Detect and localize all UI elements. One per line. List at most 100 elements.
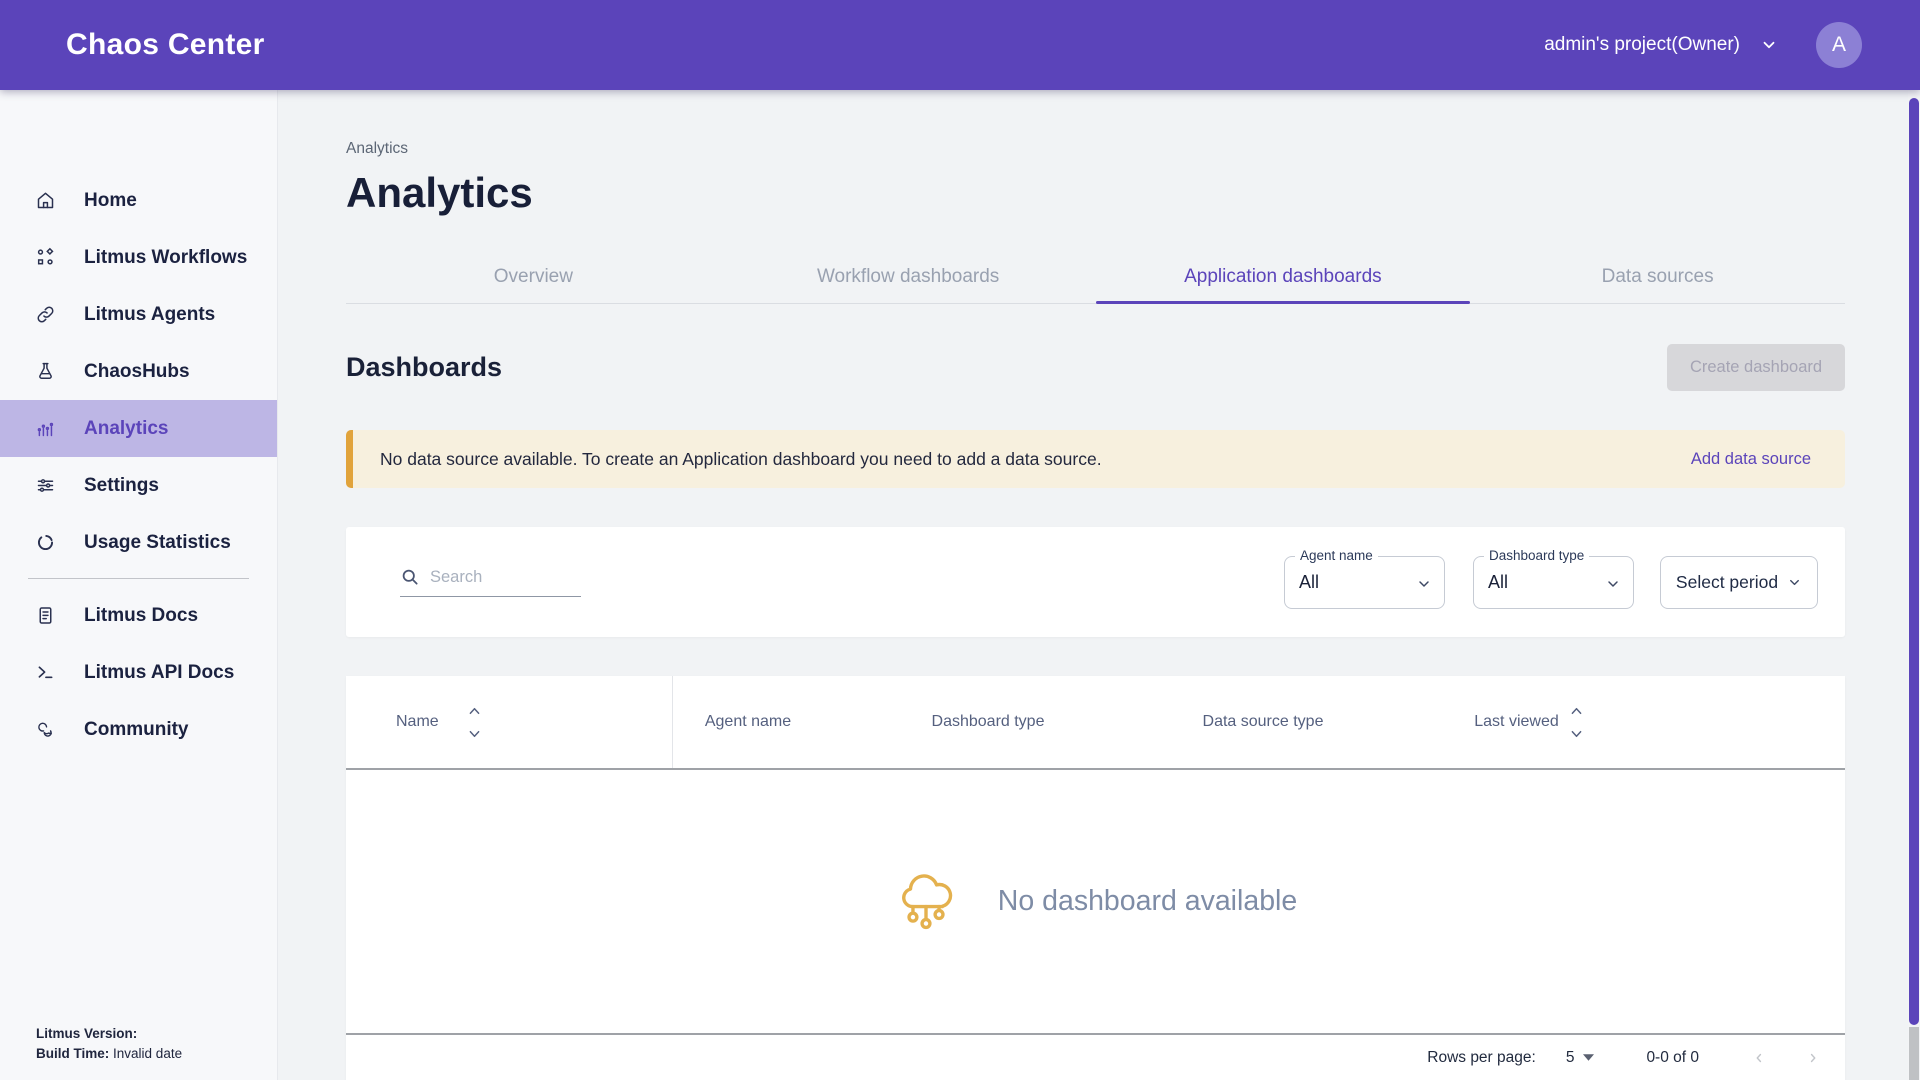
pagination-range: 0-0 of 0 [1646,1049,1699,1067]
sidebar-item-label: Community [84,719,189,741]
sidebar-item-usage-statistics[interactable]: Usage Statistics [0,514,277,571]
sidebar-item-label: Analytics [84,418,168,440]
sidebar: Home Litmus Workflows Litmus Agents Chao… [0,90,278,1080]
column-header-data-source-type: Data source type [1153,713,1373,731]
sidebar-item-label: Litmus Agents [84,304,215,326]
table-header-row: Name Agent name Dashboard type Data sour… [346,676,1845,770]
sort-descending-icon [1571,730,1582,738]
cloud-network-icon [894,872,958,932]
scrollbar-thumb[interactable] [1909,98,1919,1025]
column-header-last-viewed[interactable]: Last viewed [1373,707,1683,738]
sidebar-item-label: Usage Statistics [84,532,231,554]
chevron-down-icon [1787,575,1802,590]
rows-per-page-select[interactable]: 5 [1566,1049,1595,1067]
sidebar-item-home[interactable]: Home [0,172,277,229]
avatar[interactable]: A [1816,22,1862,68]
previous-page-button[interactable] [1749,1048,1769,1068]
sidebar-item-litmus-docs[interactable]: Litmus Docs [0,587,277,644]
sort-arrows[interactable] [469,707,480,738]
search-input[interactable] [430,568,581,587]
table-pagination: Rows per page: 5 0-0 of 0 [346,1033,1845,1080]
filter-toolbar: Agent name All Dashboard type All Select… [346,527,1845,637]
chevron-right-icon [1806,1051,1820,1065]
sidebar-item-settings[interactable]: Settings [0,457,277,514]
agent-name-select-value: All [1299,572,1319,593]
sidebar-item-litmus-agents[interactable]: Litmus Agents [0,286,277,343]
dashboard-type-select[interactable]: Dashboard type All [1473,556,1634,609]
dashboard-type-select-label: Dashboard type [1484,548,1589,563]
chevron-down-icon [1760,36,1778,54]
usage-circle-icon [35,532,56,553]
empty-state: No dashboard available [346,770,1845,1033]
column-label: Name [396,713,439,731]
build-time-value: Invalid date [113,1046,182,1061]
bar-chart-icon [35,418,56,439]
rows-per-page-label: Rows per page: [1427,1049,1536,1067]
home-icon [35,190,56,211]
flask-icon [35,361,56,382]
next-page-button[interactable] [1803,1048,1823,1068]
sort-ascending-icon [1571,707,1582,715]
dashboards-section-title: Dashboards [346,352,502,383]
sort-descending-icon [469,730,480,738]
dashboards-table: Name Agent name Dashboard type Data sour… [346,676,1845,1080]
app-header: Chaos Center admin's project(Owner) A [0,0,1920,90]
tab-workflow-dashboards[interactable]: Workflow dashboards [721,250,1096,303]
breadcrumb[interactable]: Analytics [346,140,1845,160]
dashboard-type-select-value: All [1488,572,1508,593]
rows-per-page-value: 5 [1566,1049,1575,1067]
sidebar-item-label: Settings [84,475,159,497]
column-header-name[interactable]: Name [346,676,673,768]
litmus-version-label: Litmus Version: [36,1026,137,1041]
column-header-agent-name: Agent name [673,713,823,731]
sidebar-item-chaoshubs[interactable]: ChaosHubs [0,343,277,400]
tab-application-dashboards[interactable]: Application dashboards [1096,250,1471,303]
tab-overview[interactable]: Overview [346,250,721,303]
create-dashboard-button[interactable]: Create dashboard [1667,344,1845,391]
sidebar-item-label: Litmus Docs [84,605,198,627]
dropdown-arrow-icon [1583,1054,1594,1061]
tab-bar: Overview Workflow dashboards Application… [346,250,1845,304]
sidebar-item-label: Litmus API Docs [84,662,234,684]
agent-name-select-label: Agent name [1295,548,1378,563]
project-selector-label: admin's project(Owner) [1544,34,1740,56]
chat-bubbles-icon [35,719,56,740]
sidebar-item-label: ChaosHubs [84,361,190,383]
sidebar-item-community[interactable]: Community [0,701,277,758]
empty-state-message: No dashboard available [998,885,1297,918]
banner-message: No data source available. To create an A… [380,449,1102,470]
sidebar-version-info: Litmus Version: Build Time: Invalid date [36,1024,182,1065]
scrollbar-track [1909,1027,1919,1080]
sidebar-item-litmus-api-docs[interactable]: Litmus API Docs [0,644,277,701]
search-icon [400,567,420,587]
build-time-label: Build Time: [36,1046,109,1061]
avatar-initial: A [1832,33,1846,57]
sidebar-item-litmus-workflows[interactable]: Litmus Workflows [0,229,277,286]
no-data-source-banner: No data source available. To create an A… [346,430,1845,488]
app-title: Chaos Center [66,28,265,62]
terminal-icon [35,662,56,683]
sort-ascending-icon [469,707,480,715]
sidebar-divider [28,578,249,579]
sliders-icon [35,475,56,496]
agent-name-select[interactable]: Agent name All [1284,556,1445,609]
column-header-dashboard-type: Dashboard type [823,713,1153,731]
select-period-button[interactable]: Select period [1660,556,1818,609]
project-selector[interactable]: admin's project(Owner) [1544,34,1778,56]
chevron-down-icon [1605,576,1621,592]
search-field[interactable] [400,567,581,597]
tab-data-sources[interactable]: Data sources [1470,250,1845,303]
sidebar-item-label: Litmus Workflows [84,247,247,269]
sidebar-item-label: Home [84,190,137,212]
vertical-scrollbar [1908,90,1920,1080]
add-data-source-link[interactable]: Add data source [1691,450,1811,469]
column-label: Last viewed [1474,713,1559,731]
sidebar-item-analytics[interactable]: Analytics [0,400,277,457]
chevron-left-icon [1752,1051,1766,1065]
page-title: Analytics [346,168,1845,218]
link-icon [35,304,56,325]
chevron-down-icon [1416,576,1432,592]
main-content: Analytics Analytics Overview Workflow da… [278,90,1920,1080]
sort-arrows[interactable] [1571,707,1582,738]
select-period-label: Select period [1676,572,1778,593]
